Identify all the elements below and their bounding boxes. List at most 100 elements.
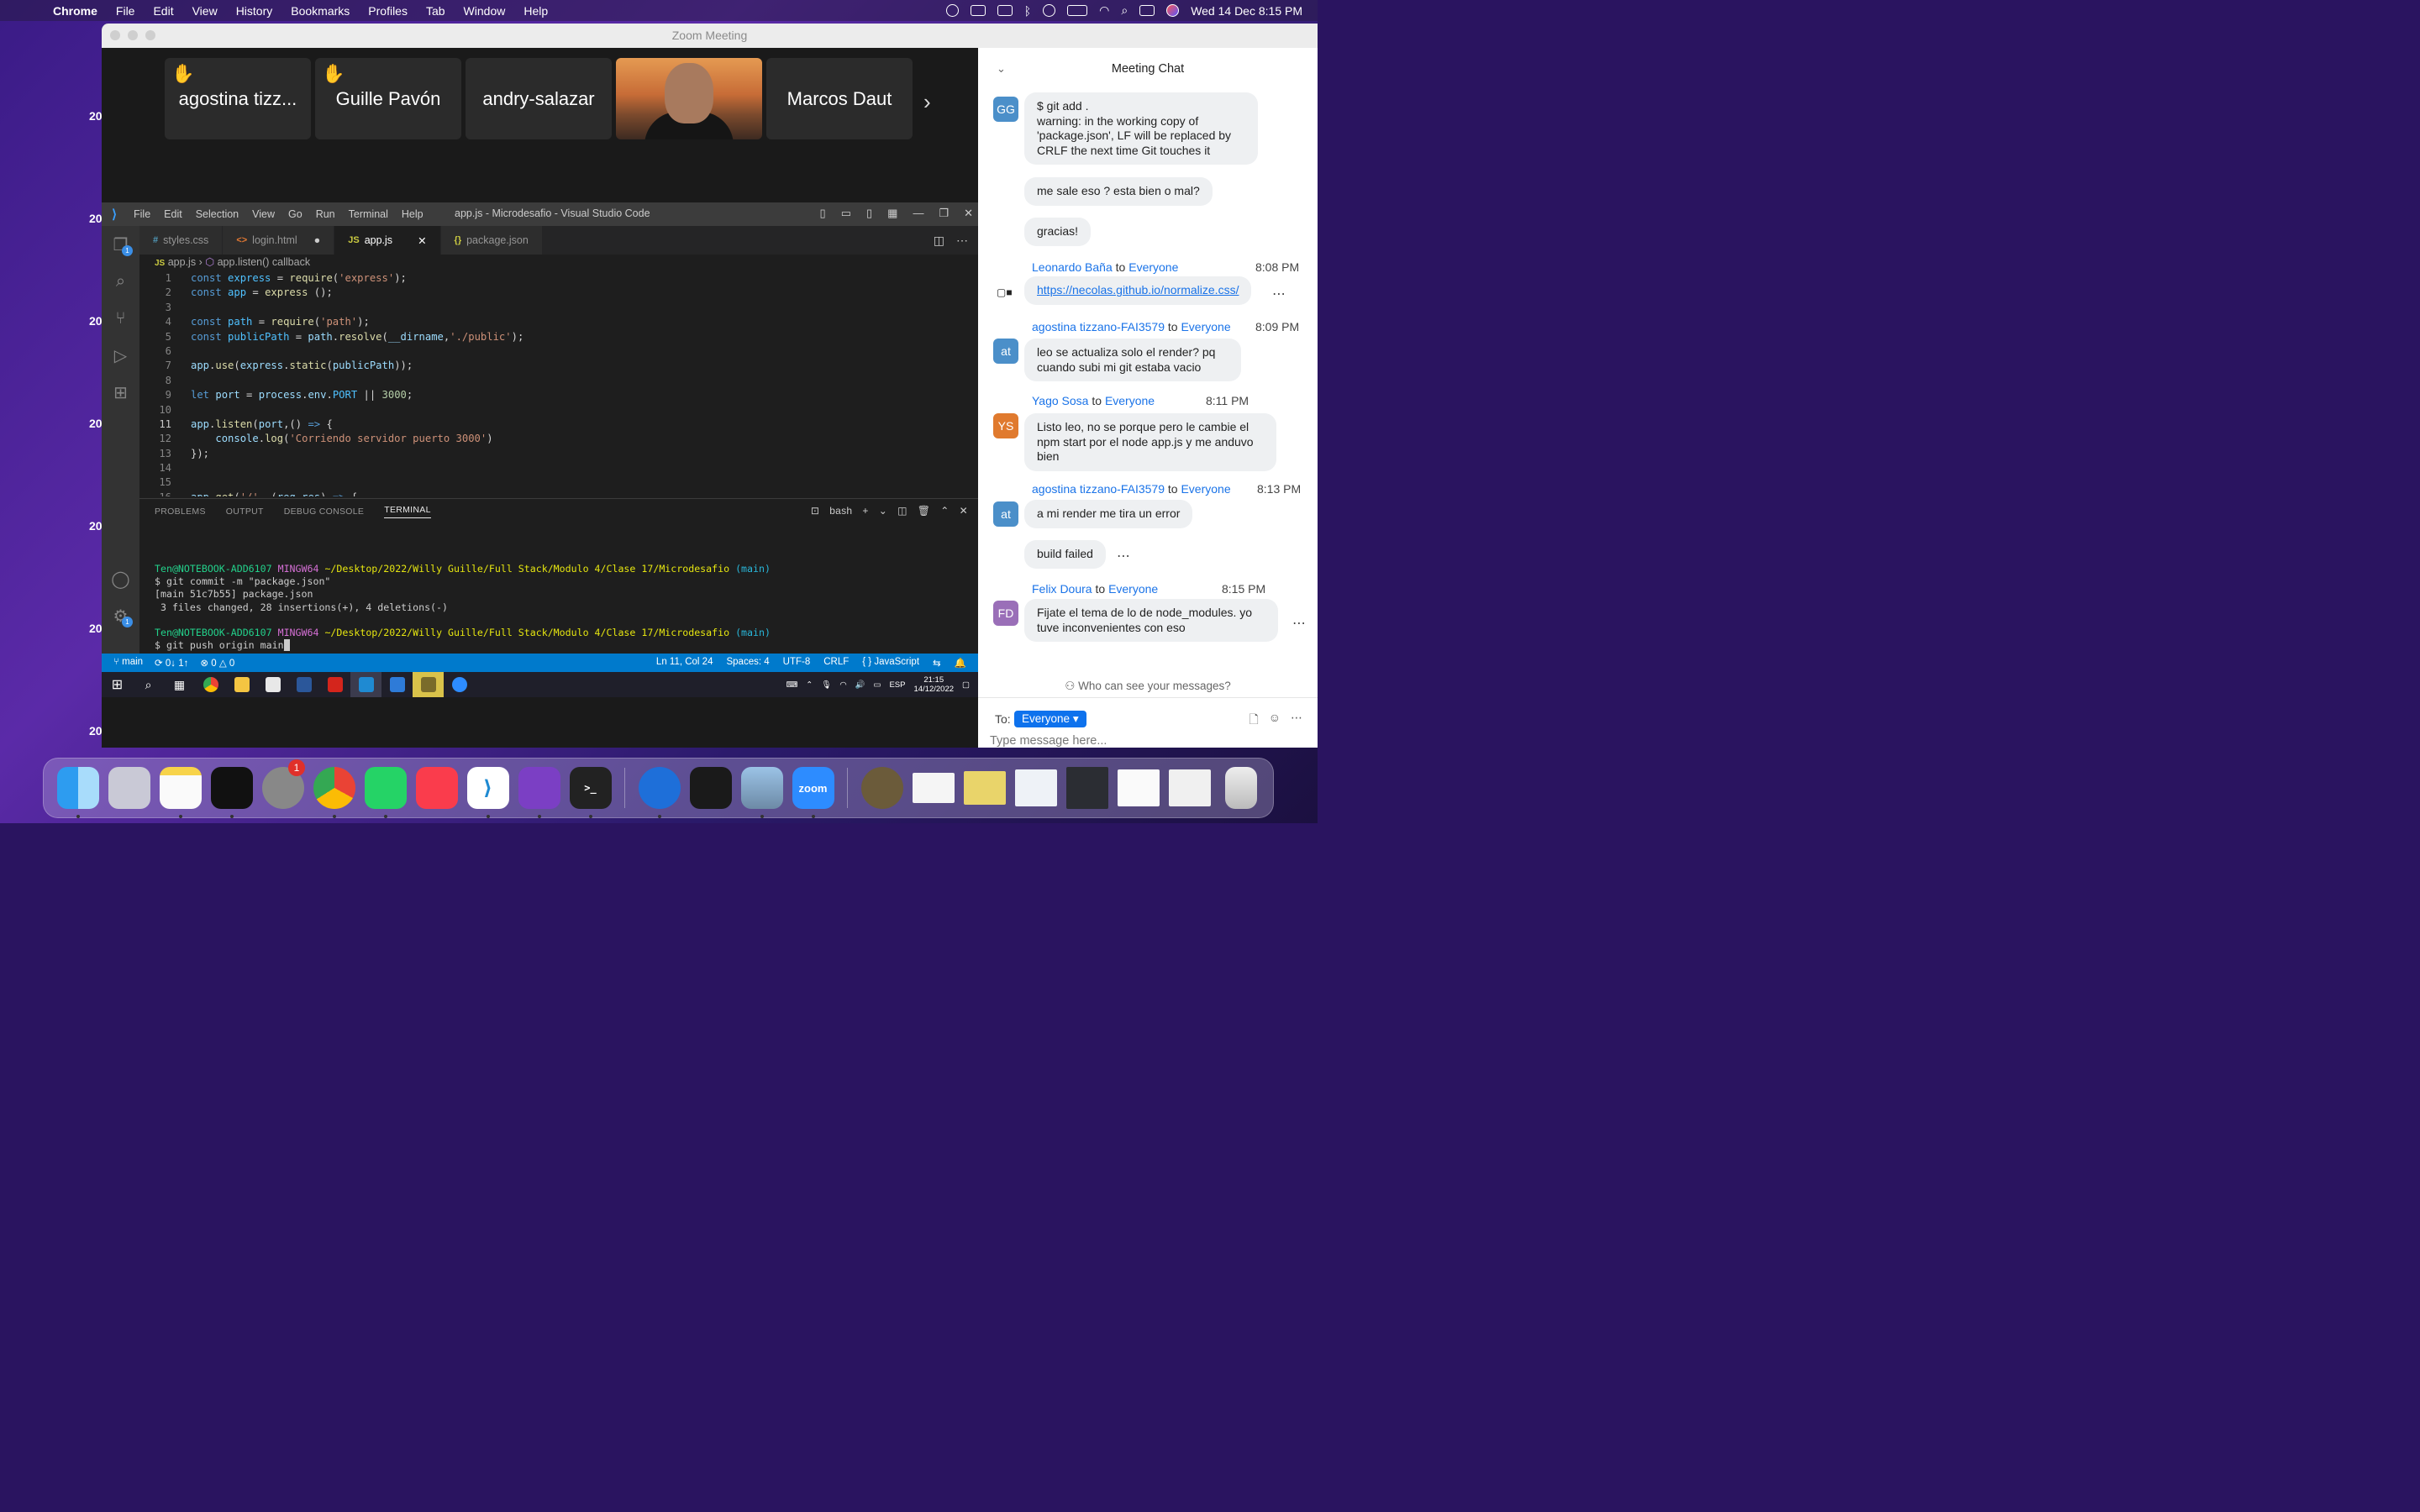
menubar-clock[interactable]: Wed 14 Dec 8:15 PM <box>1191 4 1302 18</box>
recipient-dropdown[interactable]: Everyone ▾ <box>1014 711 1086 727</box>
menu-bookmarks[interactable]: Bookmarks <box>281 4 359 18</box>
vscode-menu-terminal[interactable]: Terminal <box>342 208 395 220</box>
windows-start-icon[interactable]: ⊞ <box>102 672 133 697</box>
split-editor-icon[interactable]: ◫ <box>934 234 944 248</box>
taskbar-acrobat-icon[interactable] <box>319 672 350 697</box>
task-view-icon[interactable]: ▦ <box>164 672 195 697</box>
breadcrumb-symbol[interactable]: app.listen() callback <box>218 256 310 268</box>
new-terminal-icon[interactable]: + <box>862 505 868 517</box>
taskbar-word-icon[interactable] <box>288 672 319 697</box>
tab-app-js[interactable]: JS app.js ✕ <box>334 226 441 255</box>
collapse-chevron-icon[interactable]: ⌄ <box>997 48 1006 90</box>
dock-minimized-window[interactable] <box>1010 763 1061 814</box>
menu-window[interactable]: Window <box>455 4 515 18</box>
settings-gear-icon[interactable]: ⚙ 1 <box>102 597 139 634</box>
split-terminal-icon[interactable]: ◫ <box>897 505 908 517</box>
status-branch[interactable]: ⑂ main <box>113 657 143 669</box>
menu-app-name[interactable]: Chrome <box>44 4 107 18</box>
tab-output[interactable]: OUTPUT <box>226 507 264 517</box>
vscode-menu-selection[interactable]: Selection <box>189 208 245 220</box>
dock-music-icon[interactable] <box>411 763 462 814</box>
composer-more-icon[interactable]: ⋯ <box>1291 711 1302 731</box>
vscode-menu-run[interactable]: Run <box>309 208 342 220</box>
customize-layout-icon[interactable]: ▦ <box>887 207 897 220</box>
window-minimize-button[interactable] <box>128 30 138 40</box>
taskbar-explorer-icon[interactable] <box>226 672 257 697</box>
dock-notes-icon[interactable] <box>155 763 206 818</box>
tray-overflow-icon[interactable]: ⌃ <box>806 680 813 690</box>
breadcrumb-file[interactable]: app.js <box>168 256 196 268</box>
tab-styles-css[interactable]: # styles.css <box>139 226 224 255</box>
maximize-panel-icon[interactable]: ⌃ <box>940 505 949 517</box>
file-attach-icon[interactable]: 🗋 <box>1249 711 1258 731</box>
dock-github-icon[interactable] <box>513 763 565 818</box>
dock-terminal-icon[interactable]: >_ <box>565 763 616 818</box>
explorer-icon[interactable]: ❐ 1 <box>102 226 139 263</box>
terminal-dropdown-icon[interactable]: ⌄ <box>879 505 887 517</box>
vscode-menu-help[interactable]: Help <box>395 208 430 220</box>
calendar-status-icon[interactable] <box>970 5 986 16</box>
status-encoding[interactable]: UTF-8 <box>783 657 811 669</box>
spotlight-search-icon[interactable]: ⌕ <box>1121 3 1128 18</box>
vscode-menu-view[interactable]: View <box>245 208 281 220</box>
status-sync[interactable]: ⟳ 0↓ 1↑ <box>155 657 188 669</box>
network-tray-icon[interactable]: ◠ <box>839 680 846 690</box>
status-eol[interactable]: CRLF <box>823 657 849 669</box>
dock-whatsapp-icon[interactable] <box>360 763 411 818</box>
vscode-close-icon[interactable]: ✕ <box>964 207 973 220</box>
taskbar-search-icon[interactable]: ⌕ <box>133 672 164 697</box>
chat-message[interactable]: leo se actualiza solo el render? pq cuan… <box>1024 339 1241 381</box>
window-close-button[interactable] <box>110 30 120 40</box>
chat-message[interactable]: gracias! <box>1024 218 1092 246</box>
taskbar-app-icon[interactable] <box>413 672 444 697</box>
play-status-icon[interactable] <box>1043 4 1056 17</box>
dock-finder-icon[interactable] <box>52 763 103 818</box>
tab-login-html[interactable]: <> login.html ● <box>223 226 335 255</box>
panel-toggle-icon[interactable]: ▭ <box>841 207 851 220</box>
taskbar-vscode-icon[interactable] <box>350 672 381 697</box>
dock-minimized-window[interactable] <box>1164 763 1215 814</box>
tab-debug-console[interactable]: DEBUG CONSOLE <box>284 507 365 517</box>
zoom-status-icon[interactable] <box>945 4 959 17</box>
dock-minimized-window[interactable] <box>1061 763 1113 814</box>
sidebar-toggle-icon[interactable]: ▯ <box>866 207 872 220</box>
menu-edit[interactable]: Edit <box>144 4 182 18</box>
dock-minimized-window[interactable] <box>1113 763 1164 814</box>
chat-message[interactable]: Fijate el tema de lo de node_modules. yo… <box>1024 599 1278 642</box>
menu-view[interactable]: View <box>183 4 227 18</box>
message-more-icon[interactable]: ⋯ <box>1272 286 1286 302</box>
battery-tray-icon[interactable]: ▭ <box>873 680 881 690</box>
close-panel-icon[interactable]: ✕ <box>960 505 968 517</box>
menu-profiles[interactable]: Profiles <box>359 4 417 18</box>
tab-problems[interactable]: PROBLEMS <box>155 507 206 517</box>
message-input[interactable]: Type message here... <box>990 734 1107 748</box>
participant-tile[interactable]: andry-salazar <box>466 58 612 139</box>
chat-message[interactable]: build failed <box>1024 540 1106 569</box>
status-indentation[interactable]: Spaces: 4 <box>726 657 769 669</box>
control-center-icon[interactable] <box>1139 5 1155 16</box>
chat-link[interactable]: https://necolas.github.io/normalize.css/ <box>1037 283 1239 297</box>
vscode-minimize-icon[interactable]: — <box>913 207 923 220</box>
status-cursor-position[interactable]: Ln 11, Col 24 <box>656 657 713 669</box>
tab-terminal[interactable]: TERMINAL <box>384 505 431 518</box>
mic-tray-icon[interactable]: 🎙 <box>821 680 831 690</box>
message-more-icon[interactable]: ⋯ <box>1117 548 1131 564</box>
taskbar-zoom-icon[interactable] <box>444 672 475 697</box>
taskbar-clock[interactable]: 21:15 14/12/2022 <box>913 675 954 694</box>
participant-video-tile[interactable] <box>616 58 762 139</box>
vscode-menu-edit[interactable]: Edit <box>157 208 189 220</box>
menu-history[interactable]: History <box>227 4 282 18</box>
terminal-output[interactable]: Ten@NOTEBOOK-ADD6107 MINGW64 ~/Desktop/2… <box>155 563 771 652</box>
search-icon[interactable]: ⌕ <box>102 263 139 300</box>
more-actions-icon[interactable]: ⋯ <box>956 234 968 248</box>
chat-link-message[interactable]: https://necolas.github.io/normalize.css/ <box>1024 276 1252 305</box>
screen-status-icon[interactable] <box>997 5 1013 16</box>
dock-gimp-icon[interactable] <box>856 763 908 814</box>
taskbar-photos-icon[interactable] <box>381 672 413 697</box>
dock-zoom-icon[interactable]: zoom <box>787 763 839 818</box>
menu-tab[interactable]: Tab <box>417 4 455 18</box>
action-center-icon[interactable]: ▢ <box>962 680 970 690</box>
dock-chrome-icon[interactable] <box>308 763 360 818</box>
participant-tile[interactable]: ✋ Guille Pavón <box>315 58 461 139</box>
message-more-icon[interactable]: ⋯ <box>1292 615 1307 632</box>
